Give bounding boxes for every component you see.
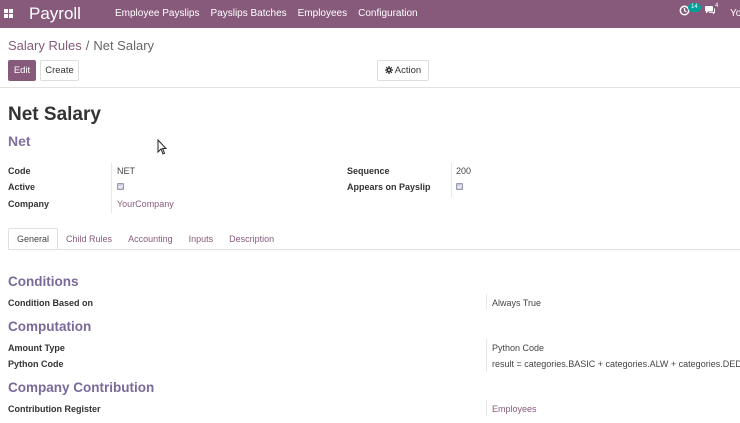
computation-separator bbox=[486, 339, 487, 372]
user-menu[interactable]: Yo bbox=[730, 8, 740, 19]
activity-count-badge: 14 bbox=[688, 3, 701, 12]
mouse-pointer-icon bbox=[157, 138, 168, 155]
amount-type-label: Amount Type bbox=[8, 343, 65, 353]
appears-on-payslip-label: Appears on Payslip bbox=[347, 182, 431, 192]
active-label: Active bbox=[8, 182, 36, 192]
breadcrumb-separator: / bbox=[85, 38, 90, 53]
contribution-register-value[interactable]: Employees bbox=[492, 404, 537, 414]
python-code-label: Python Code bbox=[8, 359, 64, 369]
condition-separator bbox=[486, 294, 487, 310]
company-value[interactable]: YourCompany bbox=[117, 199, 174, 209]
code-value: NET bbox=[117, 166, 135, 176]
edit-button[interactable]: Edit bbox=[8, 60, 36, 81]
breadcrumb-salary-rules[interactable]: Salary Rules bbox=[8, 38, 82, 53]
systray: 14 4 Yo bbox=[679, 3, 740, 19]
active-checkbox bbox=[117, 183, 124, 190]
tab-description[interactable]: Description bbox=[221, 228, 282, 250]
condition-based-on-label: Condition Based on bbox=[8, 298, 93, 308]
condition-based-on-value: Always True bbox=[492, 298, 542, 308]
messages-icon[interactable]: 4 bbox=[704, 3, 719, 19]
contribution-register-label: Contribution Register bbox=[8, 404, 101, 414]
activity-icon[interactable]: 14 bbox=[679, 3, 701, 19]
tab-child-rules[interactable]: Child Rules bbox=[58, 228, 120, 250]
apps-menu-icon[interactable] bbox=[4, 9, 13, 18]
menu-payslips-batches[interactable]: Payslips Batches bbox=[210, 8, 286, 19]
gear-icon bbox=[384, 65, 393, 76]
conditions-section-title: Conditions bbox=[8, 274, 79, 289]
tab-general[interactable]: General bbox=[8, 228, 59, 250]
code-label: Code bbox=[8, 166, 31, 176]
right-group-separator bbox=[451, 163, 452, 197]
left-group-separator bbox=[111, 163, 112, 213]
company-label: Company bbox=[8, 199, 50, 209]
action-button[interactable]: Action bbox=[377, 60, 429, 81]
python-code-value: result = categories.BASIC + categories.A… bbox=[492, 359, 740, 369]
computation-section-title: Computation bbox=[8, 319, 92, 334]
control-panel-divider bbox=[0, 87, 740, 88]
company-contribution-section-title: Company Contribution bbox=[8, 380, 155, 395]
app-brand[interactable]: Payroll bbox=[29, 4, 81, 24]
tab-accounting[interactable]: Accounting bbox=[120, 228, 181, 250]
menu-employee-payslips[interactable]: Employee Payslips bbox=[115, 8, 199, 19]
breadcrumb-current: Net Salary bbox=[93, 38, 155, 53]
record-title: Net Salary bbox=[8, 104, 101, 125]
appears-on-payslip-checkbox bbox=[456, 183, 463, 190]
breadcrumb: Salary Rules / Net Salary bbox=[8, 38, 154, 53]
contribution-separator bbox=[486, 400, 487, 416]
amount-type-value: Python Code bbox=[492, 343, 545, 353]
menu-configuration[interactable]: Configuration bbox=[358, 8, 417, 19]
create-button[interactable]: Create bbox=[40, 60, 79, 81]
menu-employees[interactable]: Employees bbox=[298, 8, 347, 19]
top-navbar: Payroll Employee Payslips Payslips Batch… bbox=[0, 0, 740, 28]
record-code-title: Net bbox=[8, 133, 31, 149]
action-button-label: Action bbox=[394, 65, 422, 76]
sequence-label: Sequence bbox=[347, 166, 390, 176]
main-menu: Employee Payslips Payslips Batches Emplo… bbox=[115, 8, 429, 19]
tab-inputs[interactable]: Inputs bbox=[181, 228, 222, 250]
tabs-underline bbox=[8, 249, 740, 250]
notebook-tabs: General Child Rules Accounting Inputs De… bbox=[8, 228, 282, 250]
messages-count: 4 bbox=[715, 3, 719, 9]
sequence-value: 200 bbox=[456, 166, 472, 176]
